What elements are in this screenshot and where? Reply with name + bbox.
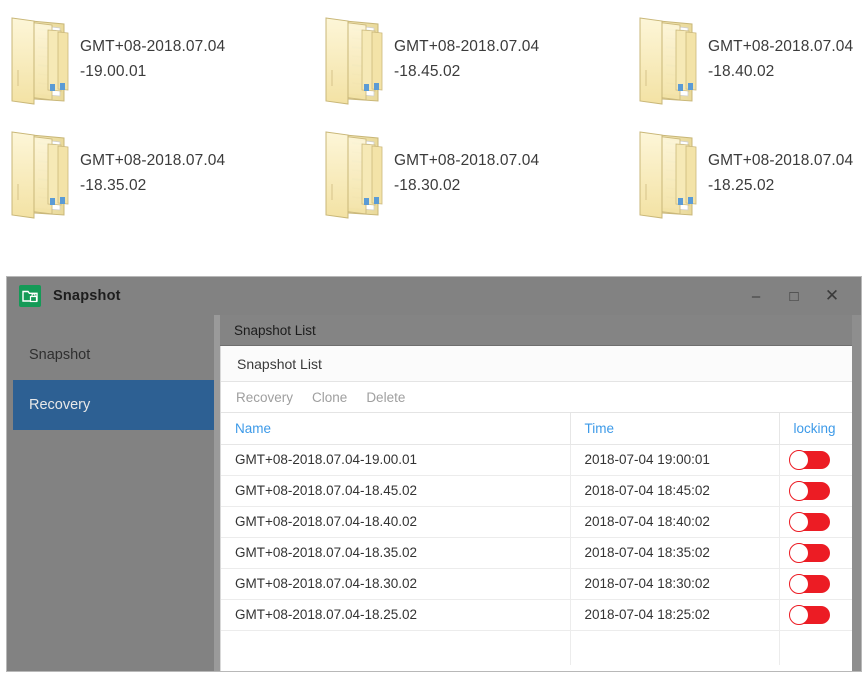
table-row[interactable]: GMT+08-2018.07.04-18.25.022018-07-04 18:… [221,599,862,630]
locking-toggle[interactable] [790,575,830,593]
tab-strip: Snapshot List [220,315,862,346]
cell-empty [221,630,570,665]
cell-name: GMT+08-2018.07.04-18.45.02 [221,475,570,506]
desktop-folder-label: GMT+08-2018.07.04 -18.25.02 [708,122,853,198]
table-row[interactable]: GMT+08-2018.07.04-18.35.022018-07-04 18:… [221,537,862,568]
toggle-knob [789,543,809,563]
cell-locking [779,537,862,568]
cell-locking [779,599,862,630]
folder-icon [318,8,394,108]
toggle-knob [789,605,809,625]
desktop-folder-item[interactable]: GMT+08-2018.07.04 -18.30.02 [318,122,539,222]
sidebar-item-label: Snapshot [29,347,90,363]
panel-toolbar: Recovery Clone Delete [221,382,862,413]
desktop-folder-label: GMT+08-2018.07.04 -18.40.02 [708,8,853,84]
sidebar: Snapshot Recovery [7,315,220,672]
close-button[interactable]: ✕ [815,277,849,315]
folder-icon [4,122,80,222]
cell-time: 2018-07-04 18:45:02 [570,475,779,506]
toggle-knob [789,481,809,501]
maximize-button[interactable]: □ [777,277,811,315]
cell-name: GMT+08-2018.07.04-19.00.01 [221,444,570,475]
column-header-locking[interactable]: locking [779,413,862,444]
desktop-folder-item[interactable]: GMT+08-2018.07.04 -19.00.01 [4,8,225,108]
table-row[interactable]: GMT+08-2018.07.04-19.00.012018-07-04 19:… [221,444,862,475]
content-area: Snapshot List Snapshot List Recovery Clo… [220,315,862,672]
snapshot-table-container: Name Time locking GMT+08-2018.07.04-19.0… [221,413,862,672]
tab-label: Snapshot List [234,323,316,338]
cell-empty [779,630,862,665]
window-title: Snapshot [53,288,121,304]
folder-icon [4,8,80,108]
cell-locking [779,444,862,475]
desktop-folder-item[interactable]: GMT+08-2018.07.04 -18.40.02 [632,8,853,108]
tab-snapshot-list[interactable]: Snapshot List [220,315,330,346]
sidebar-item-snapshot[interactable]: Snapshot [13,330,214,380]
toggle-knob [789,512,809,532]
desktop-folder-label: GMT+08-2018.07.04 -19.00.01 [80,8,225,84]
cell-empty [570,630,779,665]
window-titlebar: Snapshot – □ ✕ [7,277,861,315]
table-row[interactable]: GMT+08-2018.07.04-18.30.022018-07-04 18:… [221,568,862,599]
folder-icon [632,8,708,108]
cell-name: GMT+08-2018.07.04-18.40.02 [221,506,570,537]
desktop-folder-label: GMT+08-2018.07.04 -18.35.02 [80,122,225,198]
toggle-knob [789,450,809,470]
window-right-edge [852,315,862,672]
toggle-knob [789,574,809,594]
locking-toggle[interactable] [790,544,830,562]
table-body: GMT+08-2018.07.04-19.00.012018-07-04 19:… [221,444,862,665]
cell-name: GMT+08-2018.07.04-18.25.02 [221,599,570,630]
locking-toggle[interactable] [790,451,830,469]
cell-name: GMT+08-2018.07.04-18.30.02 [221,568,570,599]
table-row[interactable]: GMT+08-2018.07.04-18.40.022018-07-04 18:… [221,506,862,537]
desktop-folder-label: GMT+08-2018.07.04 -18.30.02 [394,122,539,198]
snapshot-table: Name Time locking GMT+08-2018.07.04-19.0… [221,413,862,665]
desktop-folder-label: GMT+08-2018.07.04 -18.45.02 [394,8,539,84]
locking-toggle[interactable] [790,606,830,624]
snapshot-lock-icon [19,285,41,307]
panel-title: Snapshot List [221,346,862,382]
desktop-background: GMT+08-2018.07.04 -19.00.01 GMT+08-2018.… [0,0,865,270]
cell-name: GMT+08-2018.07.04-18.35.02 [221,537,570,568]
delete-button[interactable]: Delete [366,390,405,405]
desktop-folder-item[interactable]: GMT+08-2018.07.04 -18.25.02 [632,122,853,222]
cell-time: 2018-07-04 19:00:01 [570,444,779,475]
locking-toggle[interactable] [790,482,830,500]
cell-time: 2018-07-04 18:25:02 [570,599,779,630]
folder-icon [318,122,394,222]
desktop-folder-item[interactable]: GMT+08-2018.07.04 -18.35.02 [4,122,225,222]
table-header-row: Name Time locking [221,413,862,444]
snapshot-window: Snapshot – □ ✕ Snapshot Recovery Snapsho… [6,276,862,672]
clone-button[interactable]: Clone [312,390,347,405]
column-header-time[interactable]: Time [570,413,779,444]
desktop-folder-item[interactable]: GMT+08-2018.07.04 -18.45.02 [318,8,539,108]
cell-locking [779,506,862,537]
folder-icon [632,122,708,222]
cell-time: 2018-07-04 18:40:02 [570,506,779,537]
cell-locking [779,475,862,506]
cell-time: 2018-07-04 18:30:02 [570,568,779,599]
recovery-button[interactable]: Recovery [236,390,293,405]
sidebar-item-recovery[interactable]: Recovery [13,380,214,430]
column-header-name[interactable]: Name [221,413,570,444]
cell-time: 2018-07-04 18:35:02 [570,537,779,568]
cell-locking [779,568,862,599]
snapshot-list-panel: Snapshot List Recovery Clone Delete Name… [220,346,862,672]
locking-toggle[interactable] [790,513,830,531]
table-row[interactable]: GMT+08-2018.07.04-18.45.022018-07-04 18:… [221,475,862,506]
window-body: Snapshot Recovery Snapshot List Snapshot… [7,315,862,672]
minimize-button[interactable]: – [739,277,773,315]
table-empty-row [221,630,862,665]
sidebar-item-label: Recovery [29,397,90,413]
